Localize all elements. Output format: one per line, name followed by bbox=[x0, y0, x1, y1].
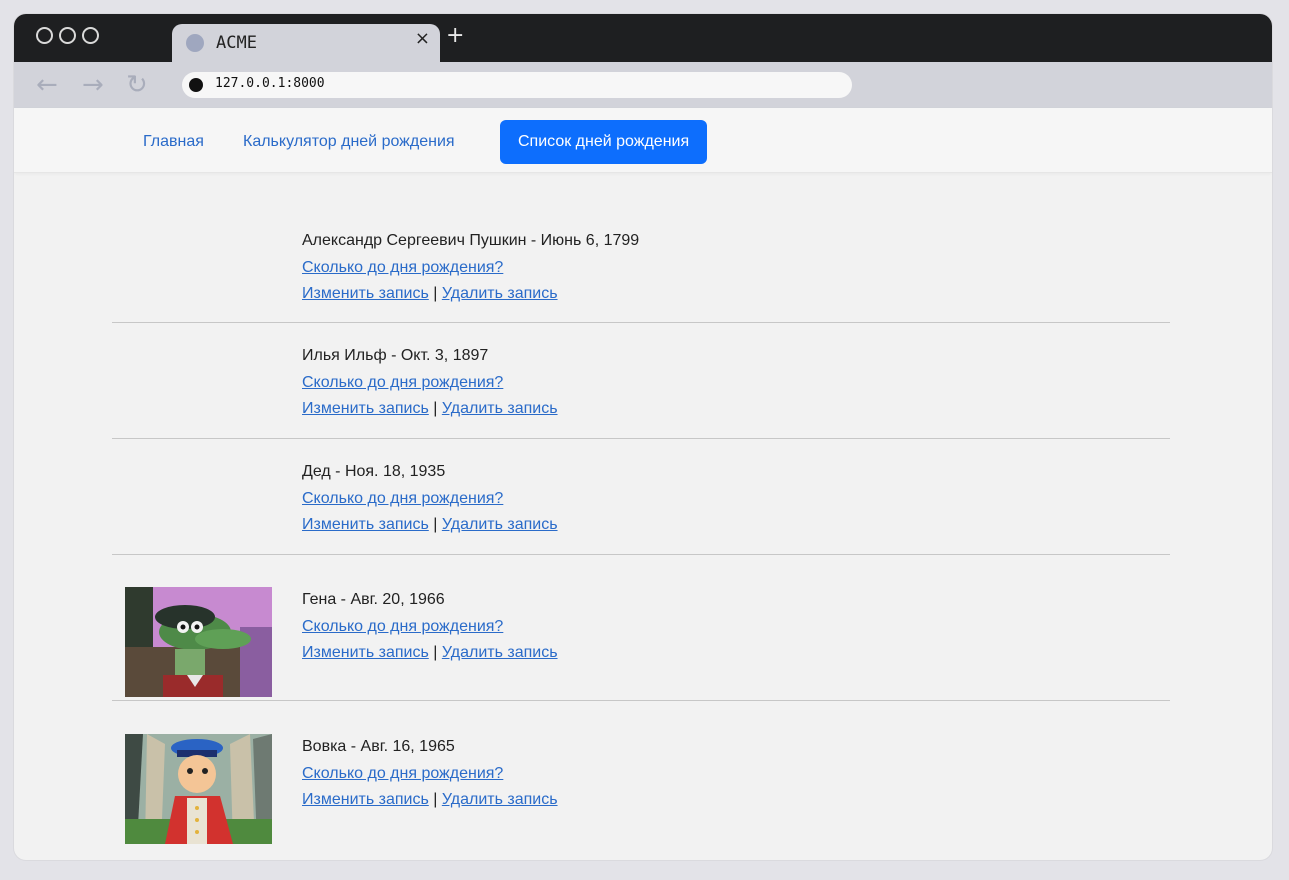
favicon-icon bbox=[186, 34, 204, 52]
browser-tab[interactable]: ACME × bbox=[172, 24, 440, 62]
link-separator: | bbox=[428, 400, 442, 417]
vovka-cartoon-photo bbox=[125, 734, 272, 844]
edit-entry-link[interactable]: Изменить запись bbox=[302, 791, 429, 808]
link-separator: | bbox=[428, 791, 442, 808]
countdown-link[interactable]: Сколько до дня рождения? bbox=[302, 765, 503, 782]
forward-arrow-icon[interactable]: → bbox=[82, 71, 104, 99]
url-text: 127.0.0.1:8000 bbox=[215, 76, 325, 91]
site-navbar: Главная Калькулятор дней рождения Список… bbox=[14, 108, 1272, 173]
new-tab-button[interactable]: + bbox=[446, 24, 464, 48]
entry-title: Илья Ильф - Окт. 3, 1897 bbox=[302, 347, 489, 364]
countdown-link[interactable]: Сколько до дня рождения? bbox=[302, 259, 503, 276]
edit-entry-link[interactable]: Изменить запись bbox=[302, 400, 429, 417]
tab-close-icon[interactable]: × bbox=[415, 28, 430, 49]
crocodile-gena-photo bbox=[125, 587, 272, 697]
tab-title: ACME bbox=[216, 33, 257, 53]
nav-link-home[interactable]: Главная bbox=[143, 120, 204, 164]
delete-entry-link[interactable]: Удалить запись bbox=[442, 516, 558, 533]
entry-title: Вовка - Авг. 16, 1965 bbox=[302, 738, 455, 755]
minimize-window-button[interactable] bbox=[59, 27, 76, 44]
entry-title: Александр Сергеевич Пушкин - Июнь 6, 179… bbox=[302, 232, 640, 249]
divider bbox=[112, 322, 1170, 323]
close-window-button[interactable] bbox=[36, 27, 53, 44]
countdown-link[interactable]: Сколько до дня рождения? bbox=[302, 490, 503, 507]
delete-entry-link[interactable]: Удалить запись bbox=[442, 400, 558, 417]
divider bbox=[112, 554, 1170, 555]
url-input[interactable]: 127.0.0.1:8000 bbox=[182, 72, 852, 98]
address-bar: ← → ↻ 127.0.0.1:8000 bbox=[14, 62, 1272, 108]
entry-title: Гена - Авг. 20, 1966 bbox=[302, 591, 445, 608]
delete-entry-link[interactable]: Удалить запись bbox=[442, 285, 558, 302]
window-controls bbox=[36, 27, 99, 44]
entry-title: Дед - Ноя. 18, 1935 bbox=[302, 463, 446, 480]
delete-entry-link[interactable]: Удалить запись bbox=[442, 791, 558, 808]
maximize-window-button[interactable] bbox=[82, 27, 99, 44]
link-separator: | bbox=[428, 516, 442, 533]
countdown-link[interactable]: Сколько до дня рождения? bbox=[302, 618, 503, 635]
browser-window: ACME × + ← → ↻ 127.0.0.1:8000 Главная Ка… bbox=[14, 14, 1272, 860]
divider bbox=[112, 438, 1170, 439]
title-bar: ACME × + bbox=[14, 14, 1272, 62]
edit-entry-link[interactable]: Изменить запись bbox=[302, 285, 429, 302]
link-separator: | bbox=[428, 285, 442, 302]
reload-icon[interactable]: ↻ bbox=[126, 71, 148, 99]
edit-entry-link[interactable]: Изменить запись bbox=[302, 644, 429, 661]
back-arrow-icon[interactable]: ← bbox=[36, 71, 58, 99]
nav-link-birthday-list[interactable]: Список дней рождения bbox=[500, 120, 708, 164]
edit-entry-link[interactable]: Изменить запись bbox=[302, 516, 429, 533]
site-info-icon bbox=[189, 78, 203, 92]
countdown-link[interactable]: Сколько до дня рождения? bbox=[302, 374, 503, 391]
delete-entry-link[interactable]: Удалить запись bbox=[442, 644, 558, 661]
link-separator: | bbox=[428, 644, 442, 661]
divider bbox=[112, 700, 1170, 701]
nav-link-calculator[interactable]: Калькулятор дней рождения bbox=[243, 120, 455, 164]
